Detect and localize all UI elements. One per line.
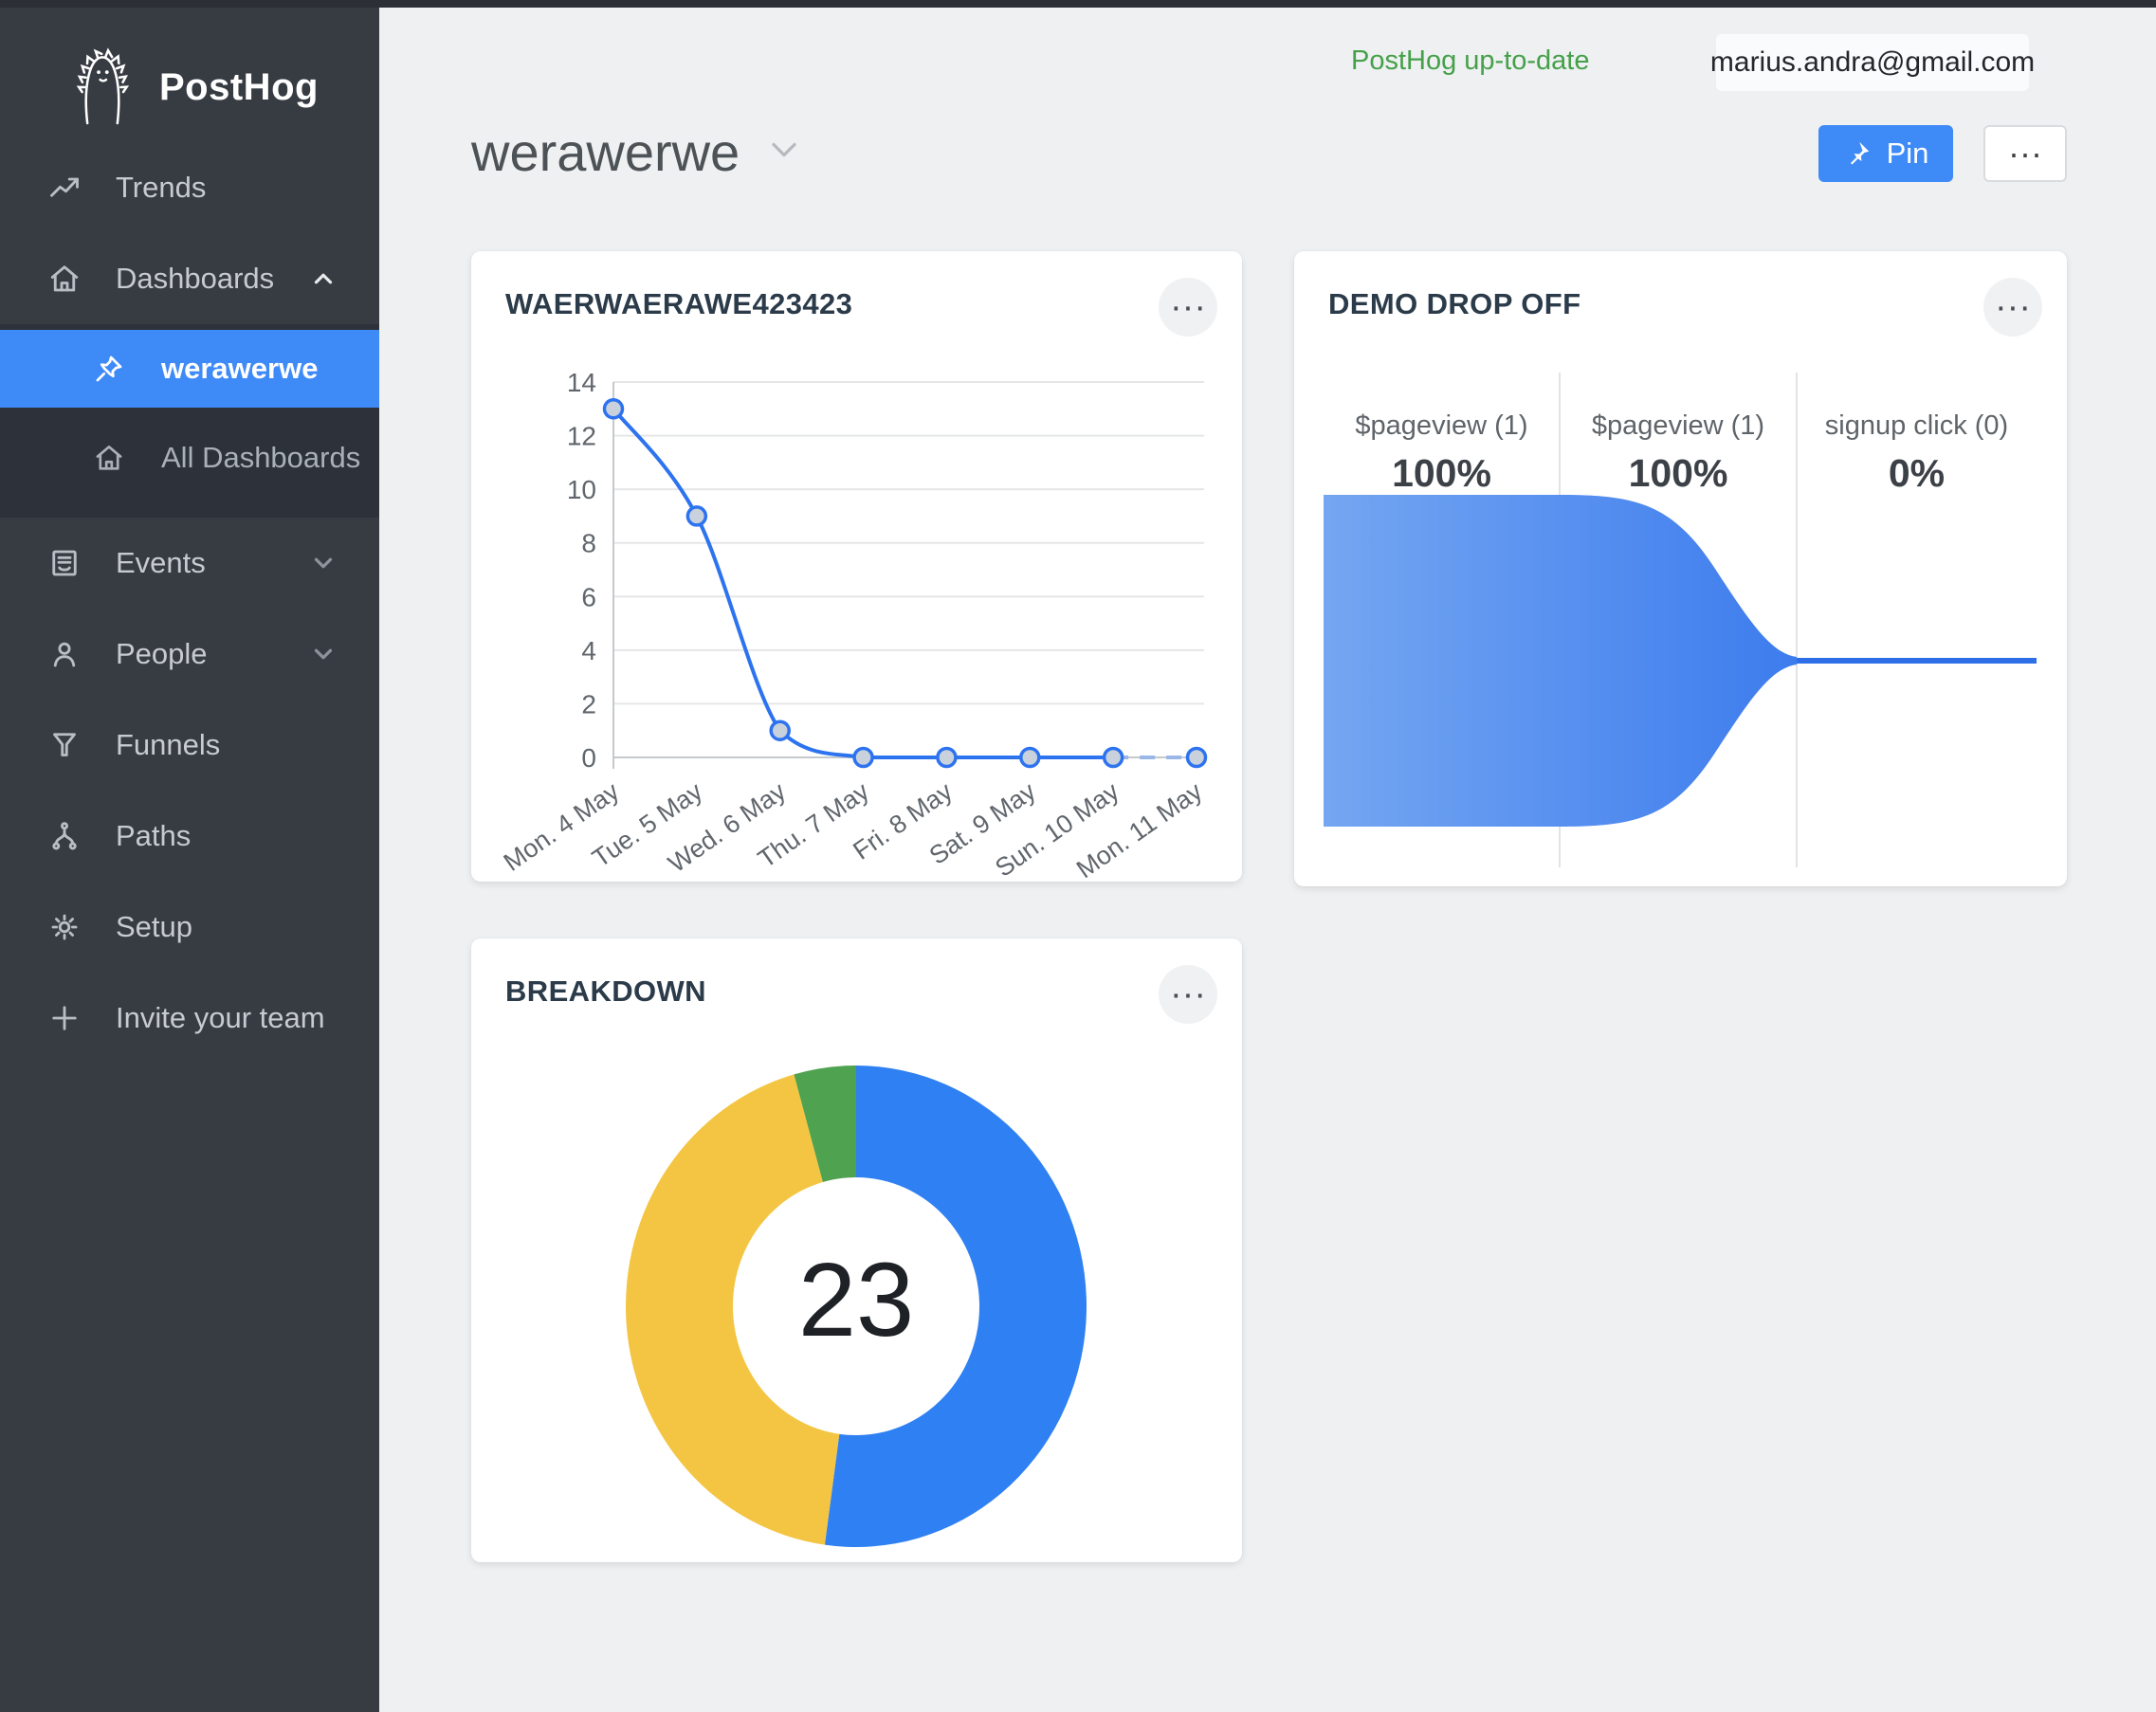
svg-text:4: 4 [581,636,596,665]
pin-button[interactable]: Pin [1818,125,1953,182]
update-status-link[interactable]: PostHog up-to-date [1351,46,1589,77]
sidebar-item-label: werawerwe [161,352,318,386]
sidebar-item-trends[interactable]: Trends [0,142,379,233]
sidebar-item-label: Invite your team [116,1001,325,1035]
funnel-tail-line [1797,658,2037,664]
svg-text:2: 2 [581,689,596,719]
brand: PostHog [0,0,379,142]
sidebar-item-werawerwe[interactable]: werawerwe [0,330,379,408]
sidebar-item-people[interactable]: People [0,609,379,700]
gear-icon [47,910,82,944]
sidebar-item-label: Setup [116,910,192,944]
pin-button-label: Pin [1887,137,1929,171]
sidebar-item-label: Funnels [116,728,220,762]
sidebar-item-label: All Dashboards [161,441,360,475]
trend-icon [47,171,82,205]
chevron-down-icon [309,640,338,668]
dashboards-submenu: werawerwe All Dashboards [0,324,379,518]
sidebar-item-events[interactable]: Events [0,518,379,609]
sidebar-nav: Trends Dashboards werawerwe [0,142,379,1064]
title-dropdown-caret[interactable] [768,139,800,165]
breakdown-card: BREAKDOWN ··· 23 [471,938,1242,1562]
chevron-up-icon [309,264,338,293]
pushpin-icon [1843,139,1872,168]
svg-text:0: 0 [581,743,596,773]
funnel-icon [47,728,82,762]
page-title: werawerwe [471,121,740,183]
svg-text:8: 8 [581,529,596,558]
account-email-button[interactable]: marius.andra@gmail.com [1716,34,2029,91]
sidebar-item-funnels[interactable]: Funnels [0,700,379,791]
sidebar-item-setup[interactable]: Setup [0,882,379,973]
svg-text:14: 14 [567,368,596,397]
funnel-card: DEMO DROP OFF ··· $pageview (1) 100% $pa… [1294,251,2067,886]
chevron-down-icon [768,139,800,160]
pin-icon [93,353,125,385]
sidebar-item-all-dashboards[interactable]: All Dashboards [0,408,379,508]
svg-text:10: 10 [567,475,596,504]
trend-card: WAERWAERAWE423423 ··· 02468101214Mon. 4 … [471,251,1242,882]
sidebar-item-paths[interactable]: Paths [0,791,379,882]
sidebar: PostHog Trends Dashboards wera [0,0,379,1712]
home-icon [93,442,125,474]
sidebar-item-label: Trends [116,171,206,205]
sidebar-item-label: Paths [116,819,191,853]
svg-text:6: 6 [581,582,596,611]
hedgehog-logo-icon [66,45,138,130]
chevron-down-icon [309,549,338,577]
sidebar-item-label: Dashboards [116,262,274,296]
sidebar-item-invite-team[interactable]: Invite your team [0,973,379,1064]
sidebar-item-label: People [116,637,208,671]
sidebar-item-dashboards[interactable]: Dashboards [0,233,379,324]
plus-icon [47,1001,82,1035]
home-icon [47,262,82,296]
list-icon [47,546,82,580]
svg-text:12: 12 [567,422,596,451]
paths-icon [47,819,82,853]
line-chart: 02468101214Mon. 4 MayTue. 5 MayWed. 6 Ma… [471,251,1242,882]
sidebar-item-label: Events [116,546,206,580]
person-icon [47,637,82,671]
donut-total-value: 23 [761,1240,951,1382]
window-top-strip [0,0,2156,8]
page-title-row: werawerwe [471,121,800,183]
brand-name: PostHog [159,66,319,109]
funnel-shape [1324,495,1797,827]
dashboard-more-button[interactable]: ··· [1983,125,2067,182]
funnel-chart [1294,251,2067,886]
